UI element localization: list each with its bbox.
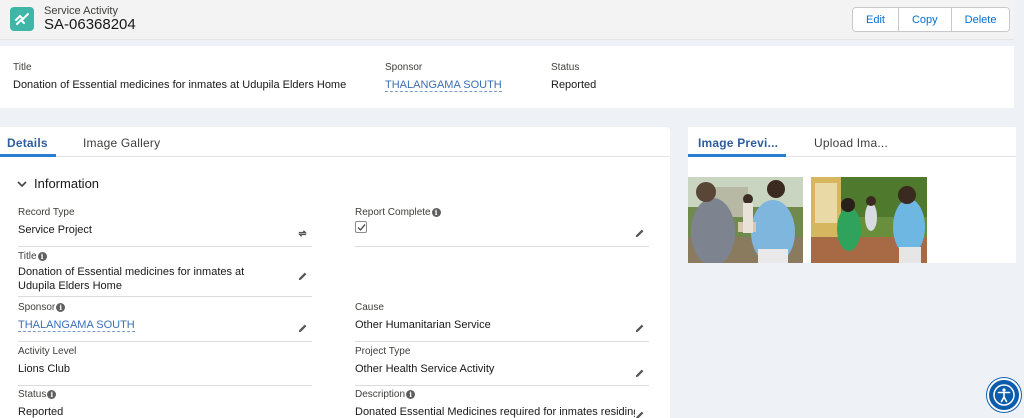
highlight-status-value: Reported (551, 79, 597, 91)
field-label-text: Sponsor (18, 302, 56, 313)
field-label: Status i (18, 389, 312, 400)
sponsor-link[interactable]: THALANGAMA SOUTH (18, 319, 135, 332)
active-tab-indicator (0, 154, 56, 157)
tab-image-gallery[interactable]: Image Gallery (83, 136, 160, 150)
info-icon[interactable]: i (431, 208, 441, 217)
highlight-status: Status Reported (551, 62, 596, 91)
action-button-group: Edit Copy Delete (852, 7, 1011, 32)
delete-button[interactable]: Delete (951, 8, 1010, 31)
highlight-title: Title Donation of Essential medicines fo… (13, 62, 346, 91)
section-title: Information (34, 176, 100, 191)
edit-button[interactable]: Edit (853, 8, 899, 31)
accessibility-button[interactable] (987, 378, 1021, 412)
field-label: Sponsor i (18, 302, 312, 313)
swap-icon[interactable] (297, 228, 308, 239)
pencil-edit-icon[interactable] (634, 410, 645, 418)
image-preview-card: Image Previ... Upload Ima... (688, 127, 1016, 263)
highlight-title-value: Donation of Essential medicines for inma… (13, 79, 347, 91)
field-value: Lions Club (18, 363, 70, 375)
field-report-complete: Report Complete i (355, 207, 649, 247)
field-label-text: Status (18, 389, 47, 400)
field-title: Title i Donation of Essential medicines … (18, 251, 312, 297)
active-tab-indicator (688, 154, 786, 157)
field-record-type: Record Type Service Project (18, 207, 312, 247)
info-icon[interactable]: i (37, 252, 47, 261)
field-value: Reported (18, 406, 64, 418)
field-label: Project Type (355, 346, 411, 357)
field-value: Other Humanitarian Service (355, 319, 491, 331)
field-divider (18, 246, 312, 247)
field-label-text: Description (355, 389, 406, 400)
preview-image-2[interactable] (811, 177, 927, 263)
field-divider (18, 296, 312, 297)
field-label: Report Complete i (355, 207, 649, 218)
info-icon[interactable]: i (56, 303, 66, 312)
accessibility-icon (993, 384, 1015, 406)
highlights-panel: Title Donation of Essential medicines fo… (0, 46, 1014, 108)
pencil-edit-icon[interactable] (297, 323, 308, 334)
field-label: Title i (18, 251, 312, 262)
field-label: Description i (355, 389, 649, 400)
field-description: Description i Donated Essential Medicine… (355, 389, 649, 418)
field-value: Other Health Service Activity (355, 363, 495, 375)
highlight-sponsor: Sponsor THALANGAMA SOUTH (385, 62, 502, 92)
record-header: Service Activity SA-06368204 Edit Copy D… (0, 0, 1014, 40)
field-value: Donated Essential Medicines required for… (355, 406, 635, 418)
information-section-toggle[interactable]: Information (16, 176, 99, 191)
info-icon[interactable]: i (406, 390, 416, 399)
field-divider (355, 341, 649, 342)
check-icon (357, 223, 366, 231)
tab-details[interactable]: Details (7, 136, 48, 150)
field-divider (355, 385, 649, 386)
preview-image-1[interactable] (688, 177, 803, 263)
highlight-sponsor-link[interactable]: THALANGAMA SOUTH (385, 79, 502, 92)
highlight-sponsor-label: Sponsor (385, 62, 423, 73)
details-card: Details Image Gallery Information Record… (0, 127, 670, 418)
field-label: Cause (355, 302, 384, 313)
details-tabs: Details Image Gallery (0, 127, 670, 157)
field-value: Donation of Essential medicines for inma… (18, 266, 245, 292)
image-tabs: Image Previ... Upload Ima... (688, 127, 1016, 157)
service-activity-icon (10, 7, 34, 31)
field-label-text: Report Complete (355, 207, 431, 218)
highlight-title-label: Title (13, 62, 32, 73)
pencil-edit-icon[interactable] (634, 228, 645, 239)
field-divider (355, 246, 649, 247)
info-icon[interactable]: i (47, 390, 57, 399)
tab-upload-image[interactable]: Upload Ima... (814, 136, 888, 150)
report-complete-checkbox[interactable] (355, 221, 367, 233)
pencil-edit-icon[interactable] (634, 368, 645, 379)
field-sponsor: Sponsor i THALANGAMA SOUTH (18, 302, 312, 342)
field-label: Record Type (18, 207, 75, 218)
field-cause: Cause Other Humanitarian Service (355, 302, 649, 342)
copy-button[interactable]: Copy (898, 8, 952, 31)
field-label-text: Title (18, 251, 37, 262)
field-value: Service Project (18, 224, 92, 236)
highlight-status-label: Status (551, 62, 580, 73)
field-project-type: Project Type Other Health Service Activi… (355, 346, 649, 386)
field-status: Status i Reported (18, 389, 312, 418)
field-activity-level: Activity Level Lions Club (18, 346, 312, 386)
pencil-edit-icon[interactable] (634, 323, 645, 334)
pencil-edit-icon[interactable] (297, 271, 308, 282)
field-label: Activity Level (18, 346, 77, 357)
chevron-down-icon (17, 180, 27, 187)
record-name: SA-06368204 (44, 16, 136, 33)
field-divider (18, 385, 312, 386)
field-divider (18, 341, 312, 342)
tab-image-preview[interactable]: Image Previ... (698, 136, 778, 150)
